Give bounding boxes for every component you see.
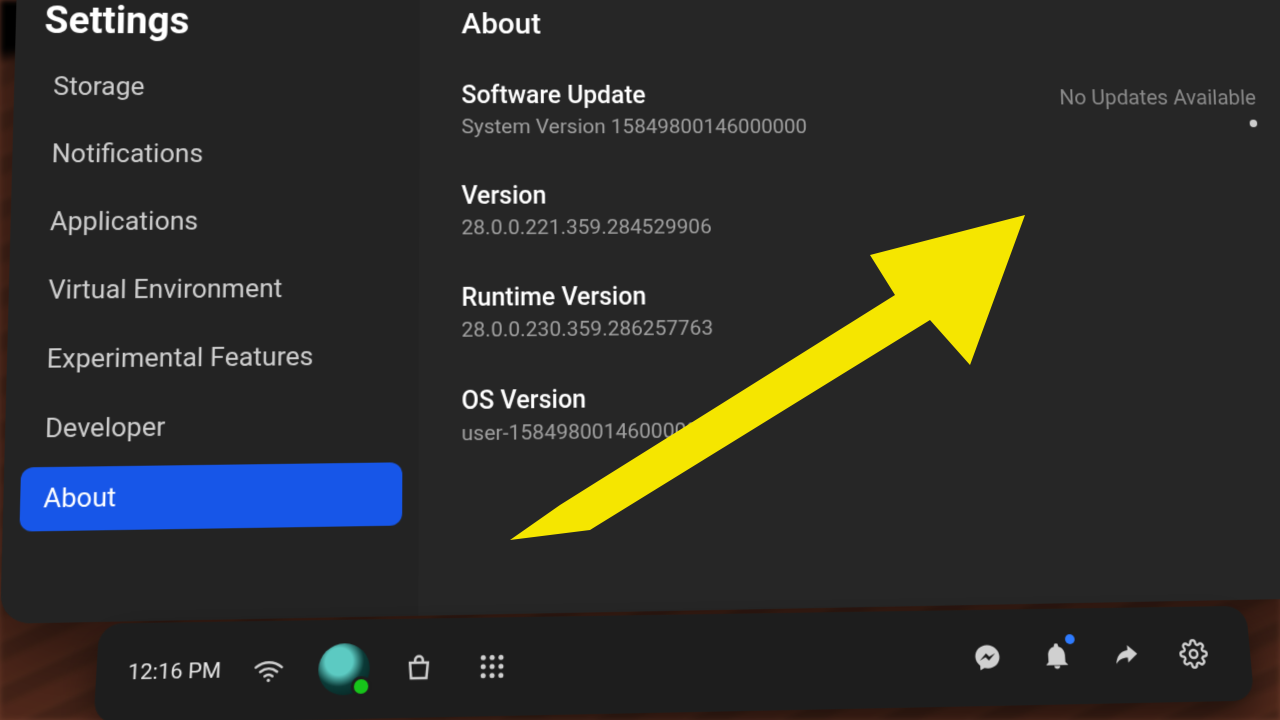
notifications-icon[interactable] xyxy=(1022,622,1092,691)
sidebar-item-label: Notifications xyxy=(51,139,203,169)
sidebar-item-label: Developer xyxy=(45,412,166,444)
taskbar-time: 12:16 PM xyxy=(127,659,221,686)
avatar[interactable] xyxy=(318,643,371,696)
content-heading: About xyxy=(461,7,1253,43)
runtime-version-row: Runtime Version 28.0.0.230.359.286257763 xyxy=(461,279,1267,343)
wifi-icon[interactable] xyxy=(232,635,305,707)
sidebar-item-virtual-environment[interactable]: Virtual Environment xyxy=(25,257,403,322)
os-version-title: OS Version xyxy=(461,384,709,416)
software-update-status: No Updates Available xyxy=(1059,83,1257,111)
taskbar: 12:16 PM xyxy=(93,606,1254,720)
settings-content: About Software Update System Version 158… xyxy=(418,0,1280,616)
sidebar-title: Settings xyxy=(32,0,404,52)
spinner-icon xyxy=(1250,120,1258,128)
version-value: 28.0.0.221.359.284529906 xyxy=(461,216,711,241)
share-icon[interactable] xyxy=(1091,621,1161,690)
runtime-version-title: Runtime Version xyxy=(461,282,712,312)
software-update-subtitle: System Version 15849800146000000 xyxy=(461,116,807,139)
sidebar-item-label: Experimental Features xyxy=(46,342,313,375)
software-update-status-wrap: No Updates Available xyxy=(1059,83,1257,128)
sidebar-item-experimental-features[interactable]: Experimental Features xyxy=(23,325,403,391)
messenger-icon[interactable] xyxy=(953,623,1023,692)
sidebar-item-about[interactable]: About xyxy=(19,462,402,531)
os-version-value: user-15849800146000000 xyxy=(461,419,709,446)
notification-badge-icon xyxy=(1065,634,1075,644)
settings-panel: Settings Storage Notifications Applicati… xyxy=(0,0,1280,624)
sidebar-item-label: About xyxy=(43,483,116,515)
software-update-row[interactable]: Software Update System Version 158498001… xyxy=(461,82,1257,139)
sidebar-item-storage[interactable]: Storage xyxy=(30,56,404,117)
software-update-title: Software Update xyxy=(461,82,806,110)
settings-sidebar: Settings Storage Notifications Applicati… xyxy=(0,0,420,624)
os-version-row: OS Version user-15849800146000000 xyxy=(461,378,1271,446)
runtime-version-value: 28.0.0.230.359.286257763 xyxy=(461,317,713,343)
version-row: Version 28.0.0.221.359.284529906 xyxy=(461,180,1262,240)
software-update-text: Software Update System Version 158498001… xyxy=(461,82,807,139)
settings-gear-icon[interactable] xyxy=(1159,620,1229,689)
taskbar-spacer xyxy=(531,658,951,666)
sidebar-item-applications[interactable]: Applications xyxy=(26,190,403,253)
sidebar-item-label: Storage xyxy=(53,72,145,102)
sidebar-item-label: Applications xyxy=(50,207,199,238)
sidebar-item-label: Virtual Environment xyxy=(48,274,283,306)
store-icon[interactable] xyxy=(383,632,454,703)
sidebar-item-notifications[interactable]: Notifications xyxy=(28,124,403,186)
sidebar-item-developer[interactable]: Developer xyxy=(21,393,402,461)
version-title: Version xyxy=(461,182,711,211)
apps-grid-icon[interactable] xyxy=(457,631,526,702)
vr-scene: Settings Storage Notifications Applicati… xyxy=(0,0,1280,720)
